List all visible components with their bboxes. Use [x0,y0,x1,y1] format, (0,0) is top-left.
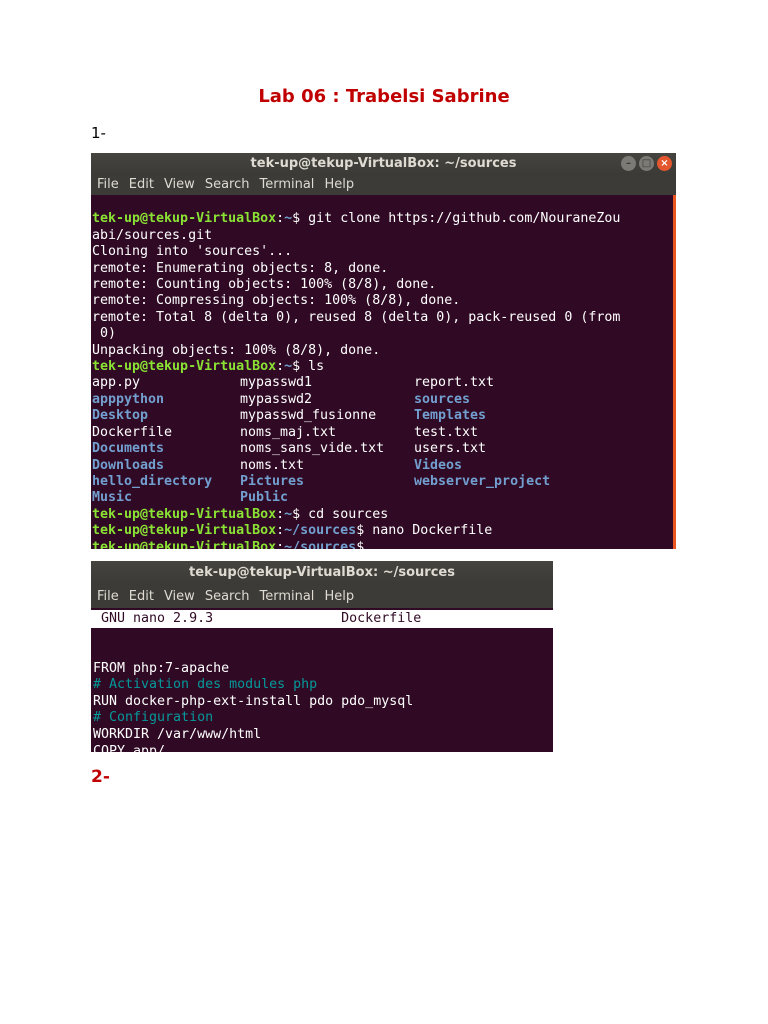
ls-row: hello_directory Pictures webserver_project [92,474,676,490]
menu-help[interactable]: Help [324,175,359,195]
terminal-titlebar[interactable]: tek-up@tekup-VirtualBox: ~/sources [91,561,553,585]
ls-entry: mypasswd_fusionne [240,408,377,424]
menu-edit[interactable]: Edit [129,585,159,608]
ls-entry: users.txt [414,441,487,457]
menu-file[interactable]: File [97,175,124,195]
minimize-icon[interactable]: – [621,156,636,171]
terminal-titlebar[interactable]: tek-up@tekup-VirtualBox: ~/sources – □ × [91,153,676,175]
editor-line: FROM php:7-apache [93,660,230,676]
ls-entry: noms_sans_vide.txt [240,441,385,457]
terminal-line: Unpacking objects: 100% (8/8), done. [92,342,381,358]
ls-entry: Videos [414,457,463,473]
ls-entry: Documents [92,441,165,457]
nano-header: GNU nano 2.9.3 Dockerfile [91,610,553,628]
ls-row: Desktop mypasswd_fusionne Templates [92,408,676,424]
ls-entry: Music [92,490,133,506]
ls-row: Music Public [92,490,676,506]
menu-terminal[interactable]: Terminal [259,585,319,608]
menu-search[interactable]: Search [205,585,255,608]
terminal-line: tek-up@tekup-VirtualBox:~/sources$ [92,539,365,549]
menu-view[interactable]: View [164,585,200,608]
ls-entry: apppython [92,391,165,407]
ls-entry: report.txt [414,375,495,391]
menu-bar: File Edit View Search Terminal Help [91,175,676,195]
editor-comment-line: # Activation des modules php [93,677,318,693]
ls-entry: webserver_project [414,473,551,489]
ls-entry: Pictures [240,473,305,489]
nano-editor[interactable]: FROM php:7-apache # Activation des module… [91,628,553,752]
ls-entry: app.py [92,375,141,391]
editor-line: COPY app/ [93,743,166,752]
terminal-window-2[interactable]: tek-up@tekup-VirtualBox: ~/sources File … [91,561,553,752]
ls-entry: test.txt [414,424,479,440]
close-icon[interactable]: × [657,156,672,171]
editor-line: WORKDIR /var/www/html [93,726,262,742]
terminal-line: remote: Counting objects: 100% (8/8), do… [92,277,437,293]
terminal-line: tek-up@tekup-VirtualBox:~$ cd sources [92,506,389,522]
ls-entry: mypasswd2 [240,391,313,407]
section-1-label: 1- [91,124,106,142]
menu-view[interactable]: View [164,175,200,195]
ls-entry: sources [414,391,471,407]
ls-entry: mypasswd1 [240,375,313,391]
window-title: tek-up@tekup-VirtualBox: ~/sources [250,156,517,171]
terminal-window-1[interactable]: tek-up@tekup-VirtualBox: ~/sources – □ ×… [91,153,676,549]
ls-row: Documents noms_sans_vide.txt users.txt [92,441,676,457]
ls-entry: Dockerfile [92,424,173,440]
terminal-line: Cloning into 'sources'... [92,244,293,260]
ls-row: apppython mypasswd2 sources [92,392,676,408]
menu-search[interactable]: Search [205,175,255,195]
document-title: Lab 06 : Trabelsi Sabrine [258,86,510,107]
ls-entry: noms.txt [240,457,305,473]
ls-row: Dockerfile noms_maj.txt test.txt [92,425,676,441]
window-controls: – □ × [621,156,672,171]
terminal-output[interactable]: tek-up@tekup-VirtualBox:~$ git clone htt… [91,195,676,549]
ls-entry: Downloads [92,457,165,473]
ls-entry: noms_maj.txt [240,424,337,440]
terminal-line: tek-up@tekup-VirtualBox:~$ ls [92,359,325,375]
ls-entry: hello_directory [92,473,213,489]
terminal-line: 0) [92,326,117,342]
menu-terminal[interactable]: Terminal [259,175,319,195]
menu-file[interactable]: File [97,585,124,608]
ls-row: Downloads noms.txt Videos [92,458,676,474]
section-2-label: 2- [91,767,110,787]
terminal-line: remote: Compressing objects: 100% (8/8),… [92,293,461,309]
terminal-line: remote: Enumerating objects: 8, done. [92,260,389,276]
editor-comment-line: # Configuration [93,710,214,726]
maximize-icon[interactable]: □ [639,156,654,171]
window-title: tek-up@tekup-VirtualBox: ~/sources [189,565,455,580]
scrollbar[interactable] [673,195,676,549]
ls-output: app.py mypasswd1 report.txt apppython mypass… [92,375,676,506]
ls-row: app.py mypasswd1 report.txt [92,375,676,391]
ls-entry: Public [240,490,289,506]
terminal-line: tek-up@tekup-VirtualBox:~$ git clone htt… [92,211,621,227]
terminal-line: remote: Total 8 (delta 0), reused 8 (del… [92,309,621,325]
terminal-line: abi/sources.git [92,227,213,243]
ls-entry: Templates [414,408,487,424]
menu-help[interactable]: Help [324,585,359,608]
editor-line: RUN docker-php-ext-install pdo pdo_mysql [93,693,414,709]
terminal-line: tek-up@tekup-VirtualBox:~/sources$ nano … [92,523,493,539]
menu-bar: File Edit View Search Terminal Help [91,585,553,608]
menu-edit[interactable]: Edit [129,175,159,195]
ls-entry: Desktop [92,408,149,424]
